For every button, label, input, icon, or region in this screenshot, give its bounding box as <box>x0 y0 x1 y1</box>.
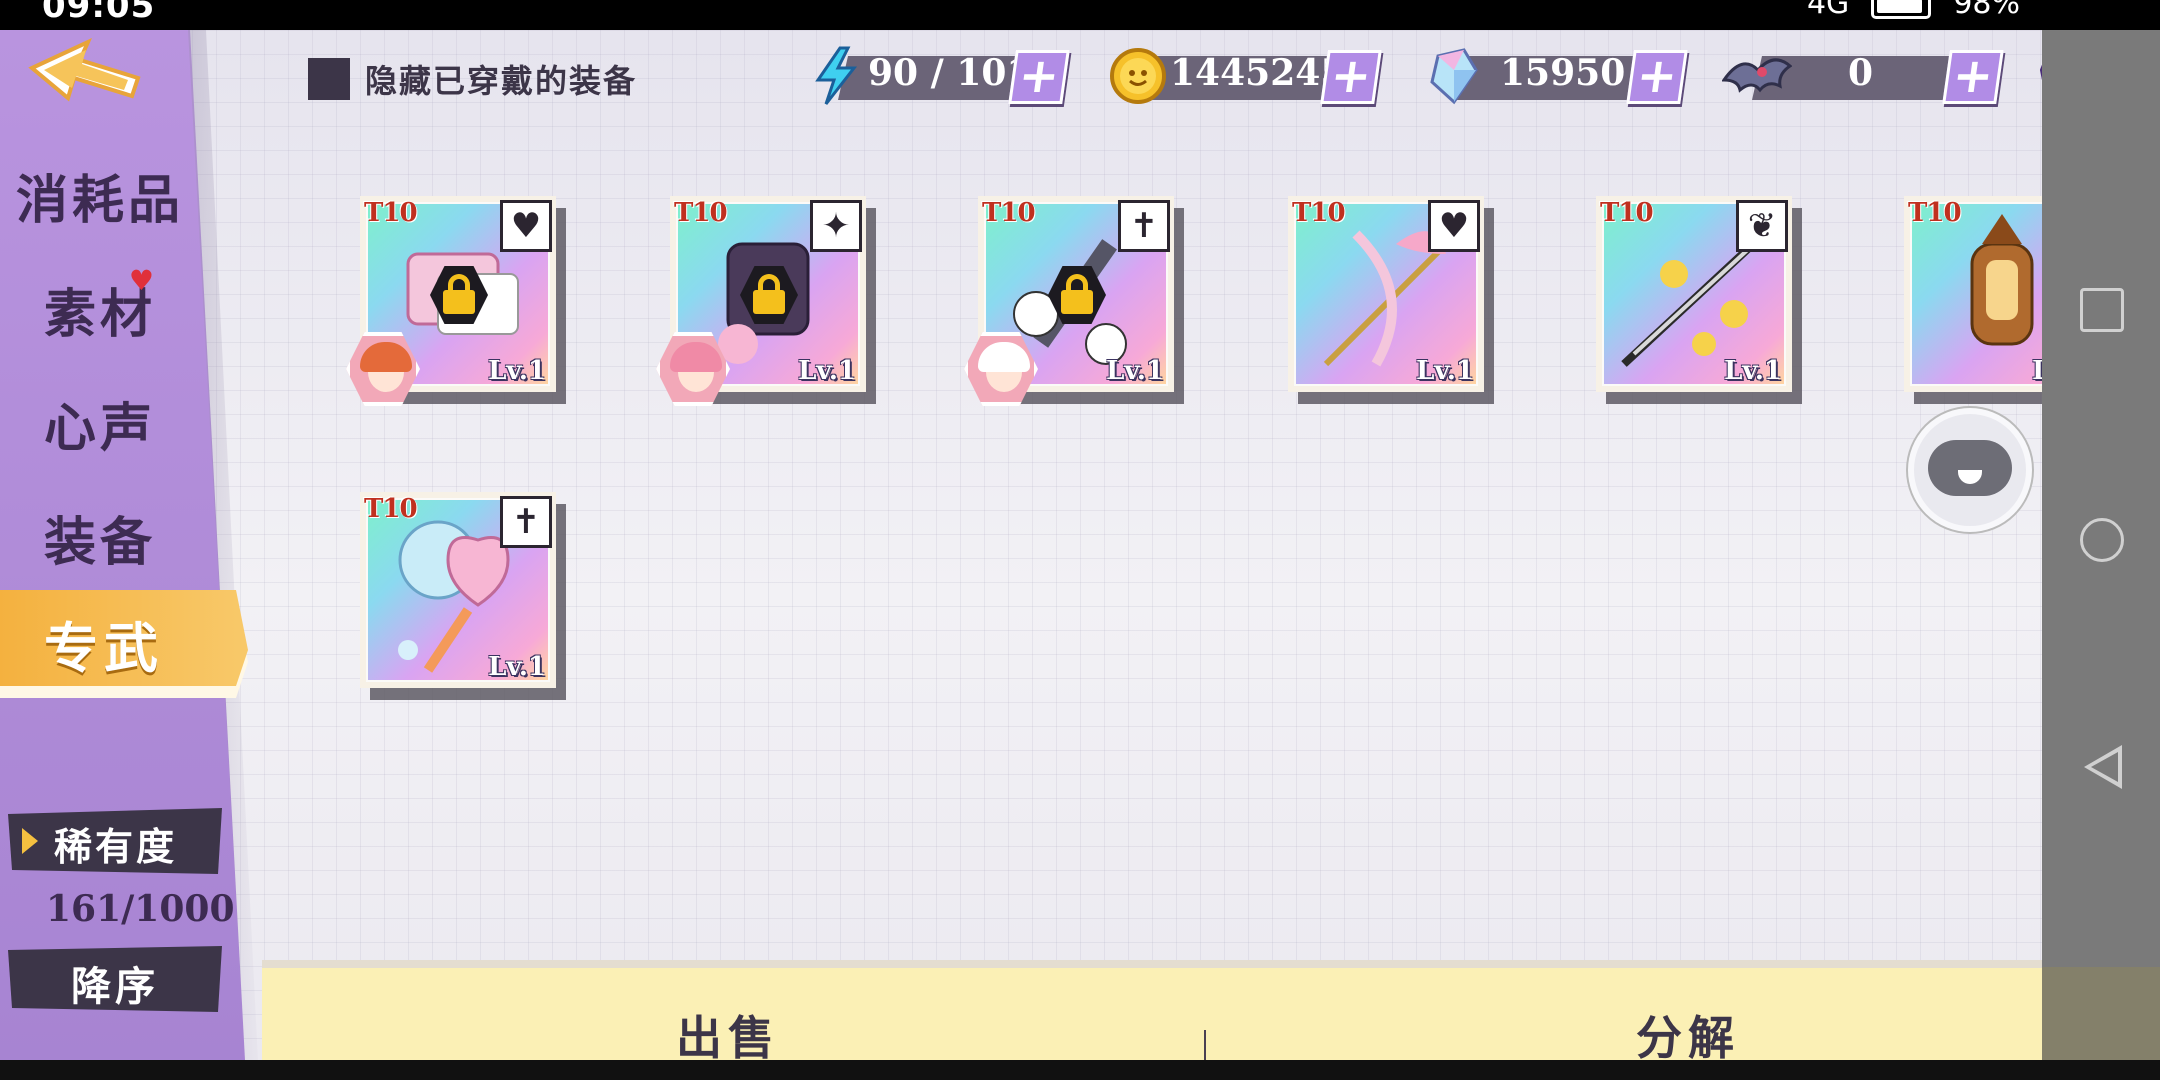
tier-label: T10 <box>364 198 418 228</box>
equipment-image <box>1912 204 2042 384</box>
stamina-value: 90 / 101 <box>868 52 1032 94</box>
tier-label: T10 <box>1600 198 1654 228</box>
battery-level: 98% <box>1953 0 2020 21</box>
compass-star-icon: ✦ <box>810 200 862 252</box>
level-label: Lv.1 <box>1416 356 1474 386</box>
sidebar-item-label: 心声 <box>43 399 156 459</box>
sort-key-label: 稀有度 <box>54 825 178 869</box>
level-label: Lv.1 <box>2032 356 2042 386</box>
level-label: Lv.1 <box>1106 356 1164 386</box>
level-label: Lv.1 <box>1724 356 1782 386</box>
coin-icon <box>1110 48 1166 104</box>
heart-icon: ♥ <box>1428 200 1480 252</box>
chat-icon <box>1928 440 2012 496</box>
sort-key-button[interactable]: 稀有度 <box>8 808 222 874</box>
tier-label: T10 <box>982 198 1036 228</box>
sidebar-item-label: 消耗品 <box>15 171 184 231</box>
bat-wing-icon <box>1722 58 1792 93</box>
battery-icon <box>1871 0 1932 19</box>
sidebar-item-label: 装备 <box>43 513 156 573</box>
add-stamina-button[interactable]: + <box>1008 48 1070 104</box>
cross-icon: ✝ <box>1118 200 1170 252</box>
equipment-card[interactable]: T10 ♥ Lv.1 <box>346 196 566 406</box>
wing-counter: 0 + <box>1722 46 2004 106</box>
equipment-card[interactable]: T10 ✦ Lv.1 <box>656 196 876 406</box>
wing-icon: ❦ <box>1736 200 1788 252</box>
sell-button[interactable]: 出售 <box>676 1002 780 1060</box>
recents-icon[interactable] <box>2080 288 2124 332</box>
add-coins-button[interactable]: + <box>1320 48 1382 104</box>
level-label: Lv.1 <box>798 356 856 386</box>
home-circle-icon[interactable] <box>2080 518 2124 562</box>
cross-icon: ✝ <box>500 496 552 548</box>
lightning-icon <box>815 46 858 105</box>
equipment-card[interactable]: T10 ✝ Lv.1 <box>360 492 566 700</box>
equipment-card[interactable]: T10 ♥ Lv.1 <box>1288 196 1494 404</box>
inventory-count: 161/1000 <box>46 888 235 930</box>
equipment-card[interactable]: T10 ❦ Lv.1 <box>1596 196 1802 404</box>
add-wings-button[interactable]: + <box>1942 48 2004 104</box>
bottom-bar-divider <box>1204 1030 1206 1060</box>
status-bar: 09:05 4G 98% <box>0 0 2160 30</box>
status-time: 09:05 <box>42 0 156 26</box>
inventory-screen: 消耗品 素材 ♥ 心声 装备 专武 稀有度 161/1000 降序 隐藏已穿戴的… <box>0 30 2042 1060</box>
bottom-action-bar: 出售 分解 <box>262 968 2042 1060</box>
sidebar-item-label: 专武 <box>44 617 164 680</box>
wing-value: 0 <box>1848 52 1874 94</box>
tier-label: T10 <box>1908 198 1962 228</box>
tier-label: T10 <box>674 198 728 228</box>
gem-value: 15950 <box>1500 52 1626 94</box>
equipment-card[interactable]: T10✦Lv.1 <box>1904 196 2042 404</box>
tier-label: T10 <box>364 494 418 524</box>
gem-counter: 15950 + <box>1424 46 1688 106</box>
sort-order-button[interactable]: 降序 <box>8 946 222 1012</box>
notification-heart-icon: ♥ <box>128 264 158 297</box>
sort-order-label: 降序 <box>71 964 159 1010</box>
bottom-edge <box>0 1060 2160 1080</box>
disassemble-button[interactable]: 分解 <box>1636 1002 1740 1060</box>
tier-label: T10 <box>1292 198 1346 228</box>
sidebar-item-consumables[interactable]: 消耗品 <box>0 158 200 233</box>
equipment-card[interactable]: T10 ✝ Lv.1 <box>964 196 1184 406</box>
sidebar-item-materials[interactable]: 素材 ♥ <box>0 264 200 347</box>
hide-equipped-checkbox[interactable] <box>308 58 350 100</box>
play-triangle-icon <box>22 828 38 854</box>
chat-bubble-button[interactable] <box>1908 408 2032 532</box>
sidebar-item-exclusive-weapons[interactable]: 专武 <box>0 590 248 686</box>
gem-icon <box>1430 48 1478 105</box>
level-label: Lv.1 <box>488 652 546 682</box>
signal-indicator: 4G <box>1806 0 1850 21</box>
level-label: Lv.1 <box>488 356 546 386</box>
sidebar-item-equipment[interactable]: 装备 <box>0 500 200 575</box>
coin-value: 1445245 <box>1170 52 1346 94</box>
hide-equipped-label[interactable]: 隐藏已穿戴的装备 <box>365 56 637 102</box>
stamina-counter: 90 / 101 + <box>808 46 1070 106</box>
heart-icon: ♥ <box>500 200 552 252</box>
back-triangle-icon[interactable] <box>2084 745 2122 789</box>
add-gems-button[interactable]: + <box>1626 48 1688 104</box>
coin-counter: 1445245 + <box>1108 46 1382 106</box>
back-arrow-icon[interactable] <box>28 38 148 118</box>
sidebar-item-voices[interactable]: 心声 <box>0 386 200 461</box>
